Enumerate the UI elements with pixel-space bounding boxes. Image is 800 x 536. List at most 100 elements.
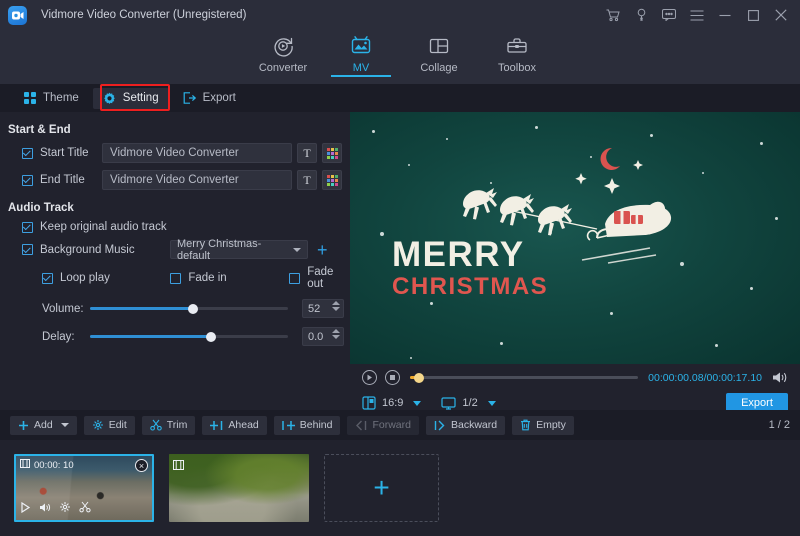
clip-volume-icon[interactable] (39, 500, 51, 518)
clip-edit-icon[interactable] (59, 500, 71, 518)
background-music-label: Background Music (40, 244, 170, 256)
edit-button[interactable]: Edit (84, 416, 135, 435)
minimize-icon[interactable] (712, 2, 738, 28)
clip-trim-icon[interactable] (79, 500, 91, 518)
sub-tab-bar: Theme Setting Export (0, 84, 800, 112)
maximize-icon[interactable] (740, 2, 766, 28)
clip-toolbar: Add Edit Trim Ahead Behind Forward (0, 410, 800, 440)
loop-play-checkbox[interactable] (42, 273, 53, 284)
end-title-label: End Title (40, 174, 102, 186)
menu-icon[interactable] (684, 2, 710, 28)
volume-stepper[interactable] (332, 301, 340, 311)
end-title-text-style-button[interactable]: T (297, 170, 317, 190)
stepper-down-icon[interactable] (332, 335, 340, 339)
add-clip-slot[interactable]: + (324, 454, 439, 522)
volume-row: Volume: 52 (0, 299, 350, 318)
fade-in-checkbox[interactable] (170, 273, 181, 284)
stepper-up-icon[interactable] (332, 329, 340, 333)
clip-remove-button[interactable]: × (135, 459, 148, 472)
move-backward-icon (434, 420, 446, 431)
delay-stepper[interactable] (332, 329, 340, 339)
add-music-button[interactable]: + (317, 243, 328, 257)
video-preview[interactable]: MERRY CHRISTMAS (350, 112, 800, 364)
clip-duration: 00:00: 10 (20, 459, 74, 471)
backward-button[interactable]: Backward (426, 416, 505, 435)
forward-button[interactable]: Forward (347, 416, 419, 435)
tab-collage-label: Collage (420, 62, 457, 74)
background-music-checkbox[interactable] (22, 244, 33, 255)
seek-bar-knob[interactable] (414, 373, 424, 383)
trim-button-label: Trim (167, 419, 188, 431)
insert-ahead-icon (210, 420, 223, 431)
clip-thumbnail-2[interactable] (169, 454, 309, 522)
stepper-down-icon[interactable] (332, 307, 340, 311)
start-title-palette-button[interactable] (322, 143, 342, 163)
aspect-ratio-icon (362, 396, 376, 410)
tab-converter[interactable]: Converter (244, 30, 322, 74)
quality-value: 1/2 (462, 397, 477, 409)
monitor-icon (441, 397, 456, 410)
plus-icon (18, 420, 29, 431)
collage-icon (428, 33, 450, 59)
close-icon[interactable] (768, 2, 794, 28)
stop-button[interactable] (385, 370, 400, 385)
ahead-button[interactable]: Ahead (202, 416, 266, 435)
trim-button[interactable]: Trim (142, 416, 196, 435)
move-forward-icon (355, 420, 367, 431)
empty-button[interactable]: Empty (512, 416, 574, 435)
delay-slider[interactable] (90, 335, 288, 338)
tab-setting[interactable]: Setting (93, 88, 169, 109)
background-music-select[interactable]: Merry Christmas-default (170, 240, 308, 259)
chevron-down-icon[interactable] (413, 401, 421, 406)
add-button[interactable]: Add (10, 416, 77, 435)
chevron-down-icon[interactable] (488, 401, 496, 406)
delay-label: Delay: (42, 331, 90, 343)
aspect-ratio-value: 16:9 (382, 397, 403, 409)
chevron-down-icon[interactable] (61, 423, 69, 427)
delay-slider-knob[interactable] (206, 332, 216, 342)
tab-collage[interactable]: Collage (400, 30, 478, 74)
converter-icon (272, 33, 294, 59)
forward-button-label: Forward (372, 419, 411, 431)
seek-bar[interactable] (410, 376, 638, 379)
gear-icon (103, 92, 116, 105)
player-controls: 00:00:00.08/00:00:17.10 16:9 (350, 364, 800, 410)
end-title-row: End Title Vidmore Video Converter T (0, 170, 350, 190)
start-title-input[interactable]: Vidmore Video Converter (102, 143, 292, 163)
delay-input[interactable]: 0.0 (302, 327, 344, 346)
start-title-text-style-button[interactable]: T (297, 143, 317, 163)
delay-row: Delay: 0.0 (0, 327, 350, 346)
fade-out-checkbox[interactable] (289, 273, 300, 284)
key-icon[interactable] (628, 2, 654, 28)
keep-original-audio-checkbox[interactable] (22, 222, 33, 233)
keep-original-row: Keep original audio track (0, 221, 350, 233)
tab-toolbox[interactable]: Toolbox (478, 30, 556, 74)
end-title-palette-button[interactable] (322, 170, 342, 190)
quality-selector[interactable]: 1/2 (441, 397, 495, 410)
start-title-checkbox[interactable] (22, 148, 33, 159)
end-title-checkbox[interactable] (22, 175, 33, 186)
tab-theme[interactable]: Theme (14, 88, 89, 108)
behind-button[interactable]: Behind (274, 416, 341, 435)
volume-input[interactable]: 52 (302, 299, 344, 318)
volume-button[interactable] (772, 371, 788, 384)
feedback-icon[interactable] (656, 2, 682, 28)
preview-title-christmas: CHRISTMAS (392, 273, 548, 301)
clip-tools (20, 500, 91, 518)
preview-panel: MERRY CHRISTMAS 00:00:00.08/00:00:17.10 (350, 112, 800, 410)
clip-thumbnail-1[interactable]: 00:00: 10 × (14, 454, 154, 522)
play-button[interactable] (362, 370, 377, 385)
chevron-down-icon (293, 248, 301, 252)
start-title-label: Start Title (40, 147, 102, 159)
scissors-icon (150, 419, 162, 431)
clip-play-icon[interactable] (20, 500, 31, 518)
end-title-input[interactable]: Vidmore Video Converter (102, 170, 292, 190)
fade-out-label: Fade out (307, 266, 350, 290)
aspect-ratio-selector[interactable]: 16:9 (362, 396, 421, 410)
tab-export[interactable]: Export (173, 88, 246, 108)
cart-icon[interactable] (600, 2, 626, 28)
tab-mv[interactable]: MV (322, 30, 400, 74)
volume-slider-knob[interactable] (188, 304, 198, 314)
volume-slider[interactable] (90, 307, 288, 310)
stepper-up-icon[interactable] (332, 301, 340, 305)
